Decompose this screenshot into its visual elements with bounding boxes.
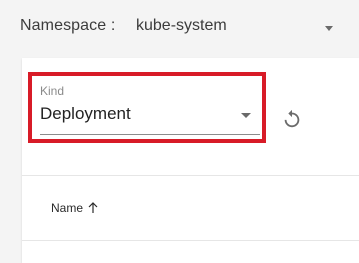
caret-down-icon[interactable] (241, 113, 251, 118)
name-column-header[interactable]: Name (51, 201, 99, 215)
kind-underline (40, 134, 260, 135)
kind-label: Kind (40, 84, 65, 98)
name-column-label: Name (51, 201, 84, 215)
divider (22, 240, 359, 241)
namespace-value[interactable]: kube-system (136, 17, 227, 35)
divider (22, 175, 359, 176)
caret-down-icon[interactable] (325, 26, 333, 31)
namespace-label: Namespace : (20, 17, 116, 34)
refresh-icon[interactable] (281, 108, 303, 130)
arrow-up-icon (88, 202, 98, 213)
namespace-selector[interactable]: Namespace : kube-system (0, 0, 359, 58)
kind-value[interactable]: Deployment (40, 104, 131, 124)
